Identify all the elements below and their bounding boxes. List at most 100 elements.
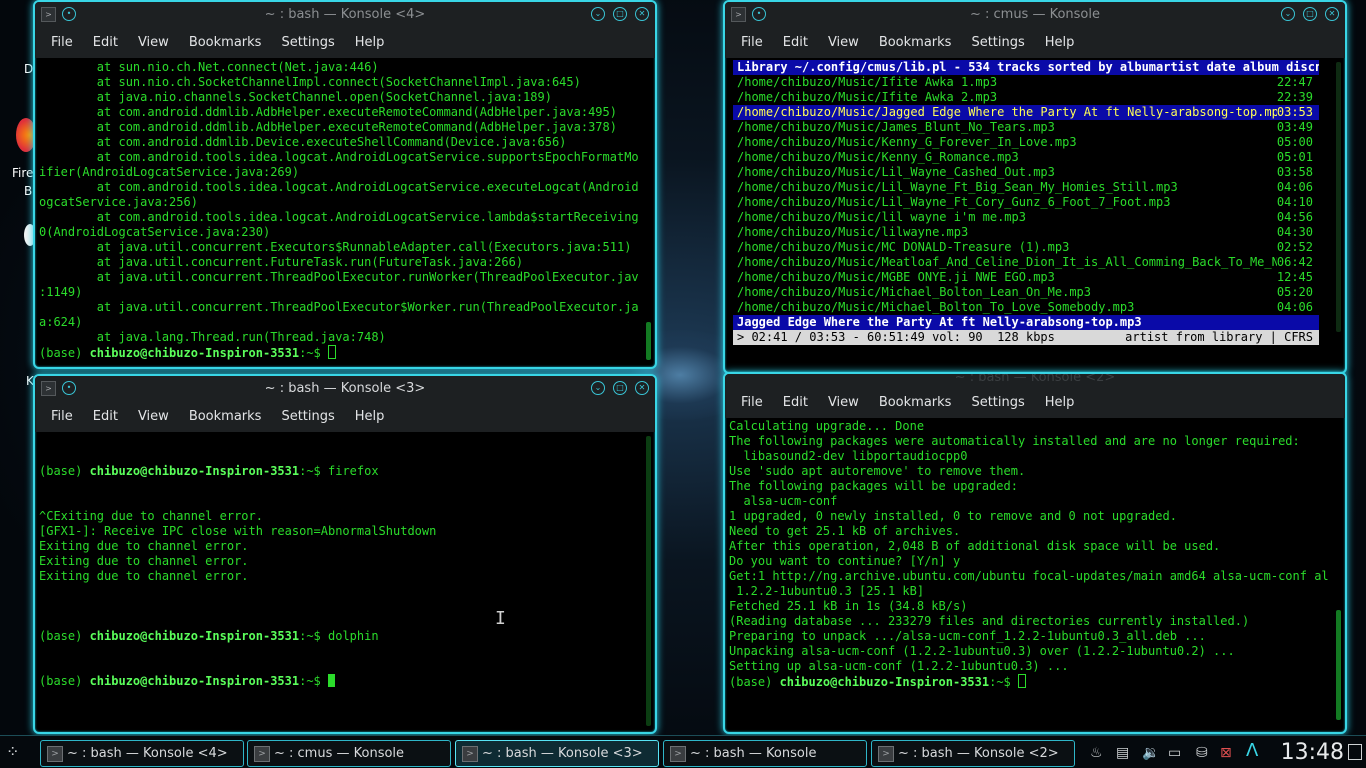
track-row[interactable]: /home/chibuzo/Music/Lil_Wayne_Ft_Big_Sea… [733,180,1319,195]
menu-help[interactable]: Help [345,28,395,58]
terminal-output[interactable]: Calculating upgrade... Done The following… [729,419,1329,728]
track-duration: 12:45 [1276,270,1313,284]
track-row[interactable]: /home/chibuzo/Music/MGBE ONYE.ji NWE EGO… [733,270,1319,285]
track-row[interactable]: /home/chibuzo/Music/Lil_Wayne_Cashed_Out… [733,165,1319,180]
task-konsole-3[interactable]: > ~ : bash — Konsole <3> [455,740,659,767]
minimize-icon[interactable]: ⌄ [591,381,605,395]
menu-edit[interactable]: Edit [773,28,818,58]
window-title: ~ : bash — Konsole <4> [264,7,426,22]
titlebar[interactable]: > • ~ : bash — Konsole <3> ⌄ □ ✕ [35,376,655,402]
track-row[interactable]: /home/chibuzo/Music/MC DONALD-Treasure (… [733,240,1319,255]
notifications-icon[interactable]: ♨ [1090,745,1103,761]
scrollbar[interactable] [1336,610,1341,720]
track-row[interactable]: /home/chibuzo/Music/James_Blunt_No_Tears… [733,120,1319,135]
track-row[interactable]: /home/chibuzo/Music/Meatloaf_And_Celine_… [733,255,1319,270]
usb-icon[interactable]: ⛁ [1196,745,1208,761]
clock[interactable]: 13:48 [1281,740,1344,765]
track-row[interactable]: /home/chibuzo/Music/Kenny_G_Romance.mp3 0… [733,150,1319,165]
menu-file[interactable]: File [731,388,773,418]
track-duration: 03:58 [1276,165,1313,179]
konsole-2-window[interactable]: ~ : bash — Konsole <2> File Edit View Bo… [723,372,1347,734]
terminal-line: at sun.nio.ch.SocketChannelImpl.connect(… [39,75,581,89]
track-row[interactable]: /home/chibuzo/Music/Michael_Bolton_Lean_… [733,285,1319,300]
terminal-line: alsa-ucm-conf [729,494,838,508]
track-row[interactable]: /home/chibuzo/Music/Michael_Bolton_To_Lo… [733,300,1319,315]
track-row[interactable]: /home/chibuzo/Music/Lil_Wayne_Ft_Cory_Gu… [733,195,1319,210]
menu-view[interactable]: View [818,388,869,418]
menu-bookmarks[interactable]: Bookmarks [869,28,962,58]
maximize-icon[interactable]: □ [1303,7,1317,21]
track-row[interactable]: /home/chibuzo/Music/lil wayne i'm me.mp3… [733,210,1319,225]
menu-settings[interactable]: Settings [961,388,1034,418]
menu-view[interactable]: View [128,402,179,432]
titlebar[interactable]: > • ~ : bash — Konsole <4> ⌄ □ ✕ [35,2,655,28]
maximize-icon[interactable]: □ [613,381,627,395]
konsole-3-window[interactable]: > • ~ : bash — Konsole <3> ⌄ □ ✕ File Ed… [33,374,657,734]
menu-file[interactable]: File [41,402,83,432]
scrollbar[interactable] [646,436,651,726]
battery-icon[interactable]: ▭ [1168,745,1181,761]
menu-help[interactable]: Help [345,402,395,432]
terminal-output[interactable]: at sun.nio.ch.Net.connect(Net.java:446) … [39,60,639,363]
terminal-line: The following packages were automaticall… [729,434,1300,448]
konsole-4-window[interactable]: > • ~ : bash — Konsole <4> ⌄ □ ✕ File Ed… [33,0,657,369]
menu-bookmarks[interactable]: Bookmarks [179,402,272,432]
app-icon[interactable]: Λ [1246,740,1258,761]
cmus-window[interactable]: > • ~ : cmus — Konsole ⌄ □ ✕ File Edit V… [723,0,1347,374]
track-row[interactable]: /home/chibuzo/Music/Kenny_G_Forever_In_L… [733,135,1319,150]
titlebar[interactable]: ~ : bash — Konsole <2> [725,374,1345,388]
track-duration: 05:00 [1276,135,1313,149]
taskbar: ⁘ > ~ : bash — Konsole <4> > ~ : cmus — … [0,735,1366,768]
track-row[interactable]: /home/chibuzo/Music/lilwayne.mp3 04:30 [733,225,1319,240]
terminal-output[interactable]: (base) chibuzo@chibuzo-Inspiron-3531:~$ … [39,434,639,728]
menu-settings[interactable]: Settings [961,28,1034,58]
menu-edit[interactable]: Edit [83,28,128,58]
track-list: /home/chibuzo/Music/Ifite Awka 1.mp3 22:4… [733,75,1319,315]
track-row[interactable]: /home/chibuzo/Music/Ifite Awka 2.mp3 22:3… [733,90,1319,105]
menu-file[interactable]: File [731,28,773,58]
track-row[interactable]: /home/chibuzo/Music/Jagged Edge Where th… [733,105,1319,120]
task-konsole-2[interactable]: > ~ : bash — Konsole <2> [871,740,1075,767]
minimize-icon[interactable]: ⌄ [1281,7,1295,21]
menu-view[interactable]: View [818,28,869,58]
show-desktop-button[interactable] [1348,744,1362,760]
menu-help[interactable]: Help [1035,388,1085,418]
task-konsole[interactable]: > ~ : bash — Konsole [663,740,867,767]
task-cmus[interactable]: > ~ : cmus — Konsole [247,740,451,767]
menu-bookmarks[interactable]: Bookmarks [179,28,272,58]
scrollbar[interactable] [1336,62,1341,332]
network-icon[interactable]: ⊠ [1220,745,1232,761]
minimize-icon[interactable]: ⌄ [591,7,605,21]
close-icon[interactable]: ✕ [635,7,649,21]
terminal-line: 0(AndroidLogcatService.java:230) [39,225,271,239]
track-path: /home/chibuzo/Music/Meatloaf_And_Celine_… [737,255,1277,269]
titlebar[interactable]: > • ~ : cmus — Konsole ⌄ □ ✕ [725,2,1345,28]
task-label: ~ : bash — Konsole [690,746,817,761]
menu-edit[interactable]: Edit [83,402,128,432]
menu-bookmarks[interactable]: Bookmarks [869,388,962,418]
terminal-line: Exiting due to channel error. [39,554,249,568]
terminal-line: libasound2-dev libportaudiocpp0 [729,449,968,463]
close-icon[interactable]: ✕ [635,381,649,395]
desktop-icon-label[interactable]: Fire [12,166,33,180]
desktop-icon-label[interactable]: D [24,62,33,76]
task-konsole-4[interactable]: > ~ : bash — Konsole <4> [40,740,244,767]
menu-help[interactable]: Help [1035,28,1085,58]
track-row[interactable]: /home/chibuzo/Music/Ifite Awka 1.mp3 22:4… [733,75,1319,90]
track-duration: 03:49 [1276,120,1313,134]
maximize-icon[interactable]: □ [613,7,627,21]
library-mode-status: artist from library | CFRS [1125,330,1313,344]
close-icon[interactable]: ✕ [1325,7,1339,21]
menu-settings[interactable]: Settings [271,28,344,58]
menu-settings[interactable]: Settings [271,402,344,432]
clipboard-icon[interactable]: ▤ [1116,745,1129,761]
app-launcher-icon[interactable]: ⁘ [6,742,28,762]
status-bar: > 02:41 / 03:53 - 60:51:49 vol: 90 128 k… [733,330,1319,345]
scrollbar[interactable] [646,322,651,360]
desktop-icon-label[interactable]: B [24,184,32,198]
cmus-library-view[interactable]: Library ~/.config/cmus/lib.pl - 534 trac… [733,60,1319,366]
menu-edit[interactable]: Edit [773,388,818,418]
menu-file[interactable]: File [41,28,83,58]
menu-view[interactable]: View [128,28,179,58]
volume-icon[interactable]: 🔉 [1142,745,1159,761]
